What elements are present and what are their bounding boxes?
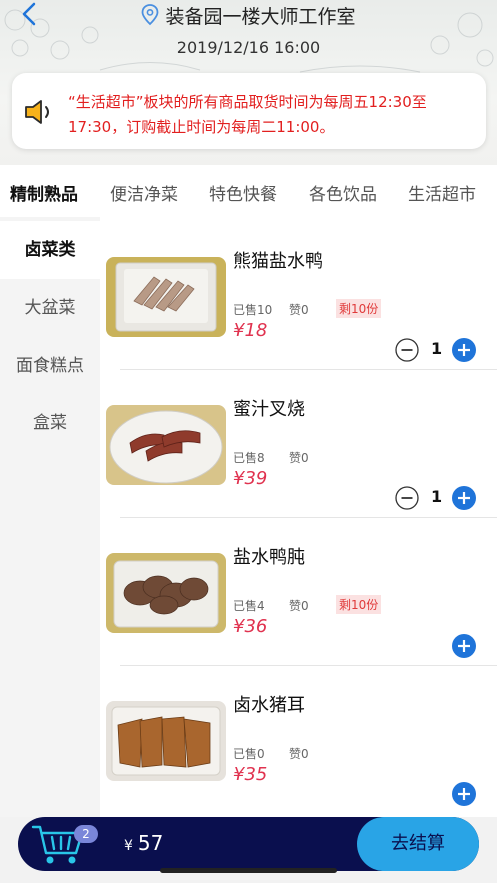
header: 装备园一楼大师工作室 2019/12/16 16:00 “生活超市”板块的所有商… [0, 0, 497, 165]
plus-icon[interactable] [452, 486, 476, 510]
product-price: ¥35 [233, 764, 268, 785]
product-image-duck-gizzard [106, 553, 226, 633]
like-count: 赞0 [289, 303, 309, 317]
plus-icon[interactable] [452, 782, 476, 806]
product-name: 盐水鸭肫 [233, 547, 305, 568]
stock-badge: 剩10份 [336, 595, 382, 614]
pickup-datetime: 2019/12/16 16:00 [176, 38, 321, 57]
like-count: 赞0 [289, 747, 309, 761]
sold-count: 已售0 [233, 747, 265, 761]
location-text: 装备园一楼大师工作室 [165, 6, 356, 28]
product-name: 蜜汁叉烧 [233, 399, 305, 420]
minus-icon[interactable] [395, 338, 419, 362]
like-count: 赞0 [289, 599, 309, 613]
subcategory-sidebar: 卤菜类 大盆菜 面食糕点 盒菜 [0, 217, 100, 817]
category-tabs: 精制熟品 便洁净菜 特色快餐 各色饮品 生活超市 [0, 165, 497, 217]
currency-symbol: ¥ [124, 838, 133, 854]
product-name: 卤水猪耳 [233, 695, 305, 716]
plus-icon[interactable] [452, 338, 476, 362]
quantity-value: 1 [431, 339, 443, 358]
location-pin-icon [142, 4, 159, 26]
cart-total: ¥57 [124, 831, 163, 855]
tab-gese-yinpin[interactable]: 各色饮品 [309, 180, 377, 205]
product-price: ¥36 [233, 616, 268, 637]
tab-shenghuo-chaoshi[interactable]: 生活超市 [408, 180, 476, 205]
product-price: ¥18 [233, 320, 268, 341]
notice-card: “生活超市”板块的所有商品取货时间为每周五12:30至17:30，订购截止时间为… [12, 73, 486, 149]
tab-tese-kuaican[interactable]: 特色快餐 [209, 180, 277, 205]
product-name: 熊猫盐水鸭 [233, 251, 323, 272]
product-item[interactable]: 熊猫盐水鸭 已售10 赞0 剩10份 ¥18 1 [100, 217, 497, 365]
quantity-value: 1 [431, 487, 443, 506]
tab-jingzhi-shupin[interactable]: 精制熟品 [10, 180, 78, 205]
checkout-button[interactable]: 去结算 [357, 817, 479, 871]
cart-count-badge: 2 [74, 825, 98, 843]
like-count: 赞0 [289, 451, 309, 465]
sold-count: 已售4 [233, 599, 265, 613]
plus-icon[interactable] [452, 634, 476, 658]
product-image-char-siu [106, 405, 226, 485]
product-item[interactable]: 卤水猪耳 已售0 赞0 ¥35 [100, 661, 497, 809]
stock-badge: 剩10份 [336, 299, 382, 318]
sidebar-item-mianshi-gaodian[interactable]: 面食糕点 [0, 337, 100, 395]
product-list: 熊猫盐水鸭 已售10 赞0 剩10份 ¥18 1 蜜汁叉烧 已售8 赞0 ¥39 [100, 217, 497, 817]
sold-count: 已售10 [233, 303, 273, 317]
minus-icon[interactable] [395, 486, 419, 510]
product-image-pig-ear [106, 701, 226, 781]
product-image-salted-duck [106, 257, 226, 337]
store-location[interactable]: 装备园一楼大师工作室 [0, 2, 497, 29]
product-price: ¥39 [233, 468, 268, 489]
total-amount: 57 [137, 831, 164, 855]
product-item[interactable]: 蜜汁叉烧 已售8 赞0 ¥39 1 [100, 365, 497, 513]
home-indicator[interactable] [160, 868, 337, 873]
product-item[interactable]: 盐水鸭肫 已售4 赞0 剩10份 ¥36 [100, 513, 497, 661]
tab-bianjie-jingcai[interactable]: 便洁净菜 [110, 180, 178, 205]
sidebar-item-hecai[interactable]: 盒菜 [0, 394, 100, 452]
sidebar-item-dapencai[interactable]: 大盆菜 [0, 279, 100, 337]
sold-count: 已售8 [233, 451, 265, 465]
notice-text: “生活超市”板块的所有商品取货时间为每周五12:30至17:30，订购截止时间为… [68, 93, 427, 136]
sidebar-item-lucai[interactable]: 卤菜类 [0, 221, 100, 279]
speaker-icon [25, 100, 49, 124]
